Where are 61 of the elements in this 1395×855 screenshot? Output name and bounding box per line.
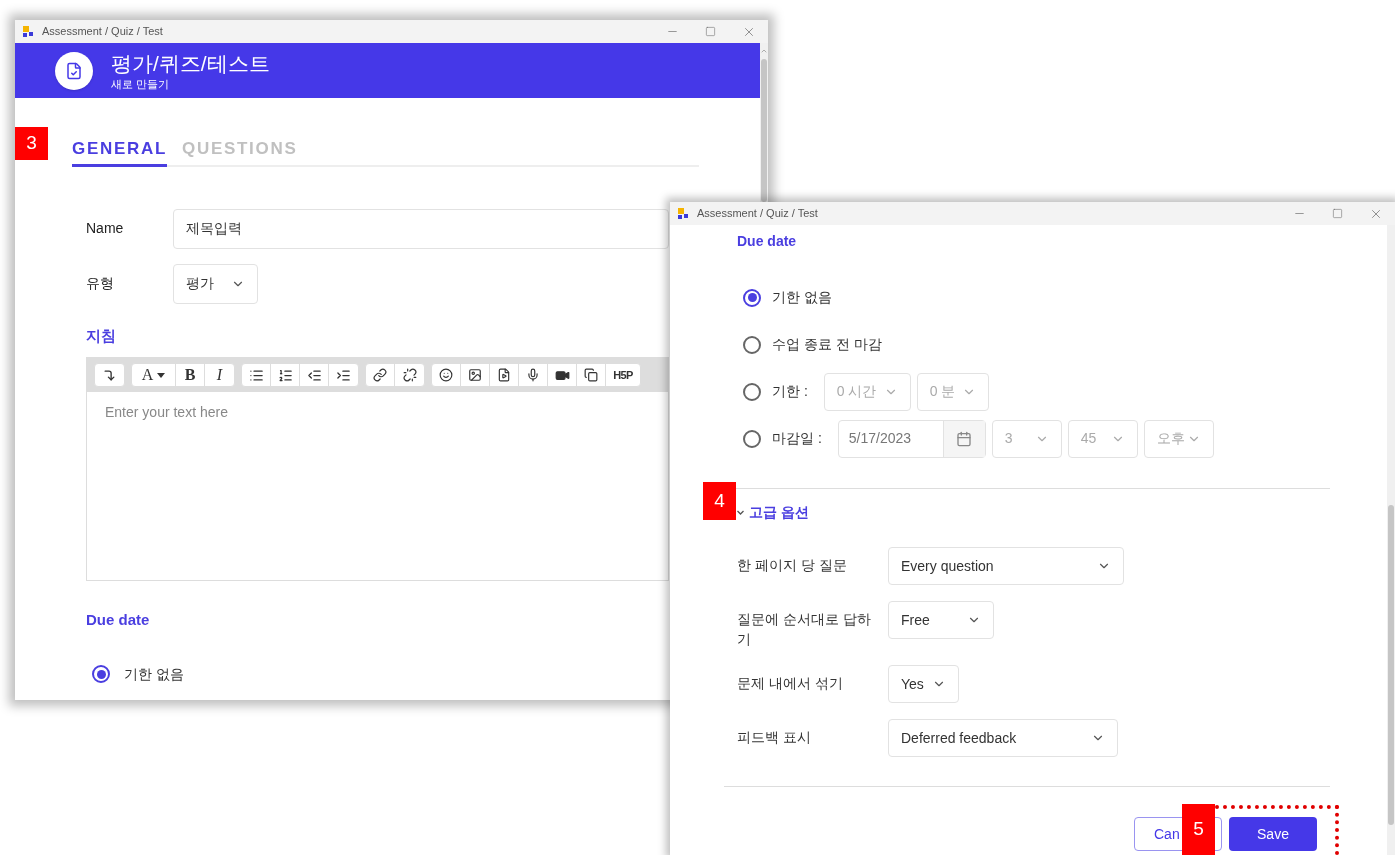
date-field[interactable]: 5/17/2023 — [837, 419, 986, 458]
toolbar-button[interactable]: B — [176, 364, 205, 386]
smiley-icon — [439, 368, 453, 382]
radio-button[interactable] — [743, 288, 761, 307]
dropdown[interactable]: Deferred feedback — [888, 719, 1118, 757]
section-heading: Due date — [86, 610, 150, 630]
section-heading: Due date — [737, 232, 798, 251]
numbered-list-icon — [277, 367, 293, 383]
radio-label: 마감일 : — [772, 429, 822, 448]
microphone-icon — [526, 368, 540, 382]
outdent-icon — [306, 367, 322, 383]
radio-label: 기한 없음 — [772, 288, 832, 307]
section-heading: 지침 — [86, 325, 116, 346]
header-icon — [55, 51, 93, 90]
scrollbar[interactable] — [760, 43, 768, 202]
toolbar-button[interactable]: I — [205, 364, 234, 386]
toolbar-button[interactable]: A — [132, 364, 176, 386]
radio-label: 기한 : — [772, 382, 808, 401]
copy-icon — [584, 368, 598, 382]
calendar-icon[interactable] — [956, 430, 973, 447]
arrow-down-icon — [103, 368, 116, 382]
page-subtitle: 새로 만들기 — [111, 76, 171, 91]
option-label: 문제 내에서 섞기 — [737, 674, 844, 693]
dropdown[interactable]: 평가 — [173, 263, 258, 304]
dropdown[interactable]: Every question — [888, 547, 1124, 585]
field-label: Name — [86, 219, 125, 238]
radio-button[interactable] — [743, 429, 761, 448]
radio-button[interactable] — [743, 335, 761, 354]
dropdown[interactable]: Yes — [888, 665, 959, 703]
page-title: 평가/퀴즈/테스트 — [111, 50, 270, 77]
callout-number: 5 — [1182, 804, 1215, 855]
radio-label: 수업 종료 전 마감 — [772, 335, 882, 354]
option-label: 질문에 순서대로 답하기 — [737, 610, 872, 649]
toolbar-button[interactable] — [94, 363, 125, 387]
window-title: Assessment / Quiz / Test — [42, 24, 163, 40]
input-field[interactable]: 제목입력 — [173, 208, 669, 249]
radio-label: 기한 없음 — [124, 664, 184, 684]
link-icon — [373, 368, 387, 382]
image-icon — [468, 368, 482, 382]
indent-icon — [336, 367, 351, 383]
save-button[interactable]: Save — [1229, 817, 1317, 851]
unlink-icon — [402, 368, 417, 382]
callout-number: 3 — [15, 127, 48, 160]
dropdown[interactable]: Free — [888, 601, 994, 639]
scrollbar[interactable] — [1387, 225, 1395, 855]
option-label: 피드백 표시 — [737, 728, 812, 747]
video-file-icon — [497, 368, 511, 382]
radio-button[interactable] — [92, 665, 110, 683]
app-icon — [678, 208, 689, 219]
callout-number: 4 — [703, 482, 736, 520]
caret-icon — [157, 372, 166, 378]
tab[interactable]: GENERAL — [72, 136, 168, 167]
caret-icon[interactable] — [737, 508, 744, 516]
field-label: 유형 — [86, 274, 115, 293]
toolbar-button[interactable]: H5P — [606, 364, 640, 386]
app-icon — [23, 26, 34, 37]
option-label: 한 페이지 당 질문 — [737, 556, 848, 575]
window-title: Assessment / Quiz / Test — [697, 206, 818, 222]
radio-button[interactable] — [743, 382, 761, 401]
section-heading: 고급 옵션 — [749, 502, 809, 522]
bullet-list-icon — [248, 367, 264, 383]
